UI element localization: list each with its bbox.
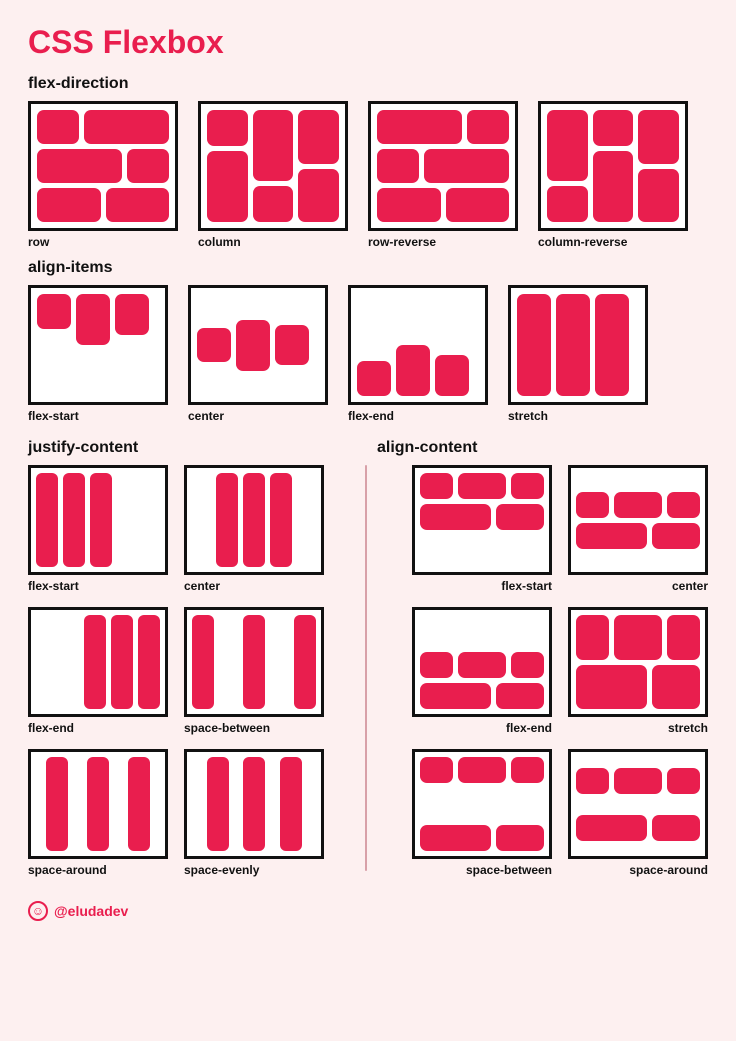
label-ac-space-between: space-between xyxy=(412,863,552,877)
diagram-fd-row-reverse xyxy=(368,101,518,231)
label-jc-flex-end: flex-end xyxy=(28,721,168,735)
flex-direction-row: row column row-reverse column-reverse xyxy=(28,101,708,249)
diagram-ac-space-around xyxy=(568,749,708,859)
diagram-jc-space-evenly xyxy=(184,749,324,859)
section-heading-align-content: align-content xyxy=(377,439,708,457)
label-fd-row: row xyxy=(28,235,178,249)
label-ai-flex-end: flex-end xyxy=(348,409,488,423)
diagram-ai-flex-start xyxy=(28,285,168,405)
diagram-ac-center xyxy=(568,465,708,575)
label-jc-flex-start: flex-start xyxy=(28,579,168,593)
section-heading-flex-direction: flex-direction xyxy=(28,75,708,93)
diagram-ac-flex-end xyxy=(412,607,552,717)
label-fd-row-reverse: row-reverse xyxy=(368,235,518,249)
diagram-jc-space-between xyxy=(184,607,324,717)
author-handle: @eludadev xyxy=(54,903,128,919)
diagram-jc-flex-start xyxy=(28,465,168,575)
label-fd-column-reverse: column-reverse xyxy=(538,235,688,249)
diagram-jc-space-around xyxy=(28,749,168,859)
diagram-ac-flex-start xyxy=(412,465,552,575)
label-jc-space-between: space-between xyxy=(184,721,324,735)
section-heading-justify-content: justify-content xyxy=(28,439,359,457)
diagram-ai-flex-end xyxy=(348,285,488,405)
label-ac-flex-start: flex-start xyxy=(412,579,552,593)
diagram-jc-flex-end xyxy=(28,607,168,717)
label-ac-stretch: stretch xyxy=(568,721,708,735)
diagram-fd-column xyxy=(198,101,348,231)
diagram-fd-column-reverse xyxy=(538,101,688,231)
footer: ☺ @eludadev xyxy=(28,901,708,921)
diagram-ac-stretch xyxy=(568,607,708,717)
diagram-jc-center xyxy=(184,465,324,575)
vertical-divider xyxy=(365,465,367,871)
author-icon: ☺ xyxy=(28,901,48,921)
label-jc-center: center xyxy=(184,579,324,593)
label-ai-flex-start: flex-start xyxy=(28,409,168,423)
label-fd-column: column xyxy=(198,235,348,249)
label-ai-center: center xyxy=(188,409,328,423)
label-ai-stretch: stretch xyxy=(508,409,648,423)
diagram-ac-space-between xyxy=(412,749,552,859)
label-jc-space-around: space-around xyxy=(28,863,168,877)
page-title: CSS Flexbox xyxy=(28,24,708,61)
label-jc-space-evenly: space-evenly xyxy=(184,863,324,877)
align-items-row: flex-start center flex-end stretch xyxy=(28,285,708,423)
section-heading-align-items: align-items xyxy=(28,259,708,277)
label-ac-center: center xyxy=(568,579,708,593)
diagram-fd-row xyxy=(28,101,178,231)
diagram-ai-stretch xyxy=(508,285,648,405)
diagram-ai-center xyxy=(188,285,328,405)
label-ac-space-around: space-around xyxy=(568,863,708,877)
label-ac-flex-end: flex-end xyxy=(412,721,552,735)
